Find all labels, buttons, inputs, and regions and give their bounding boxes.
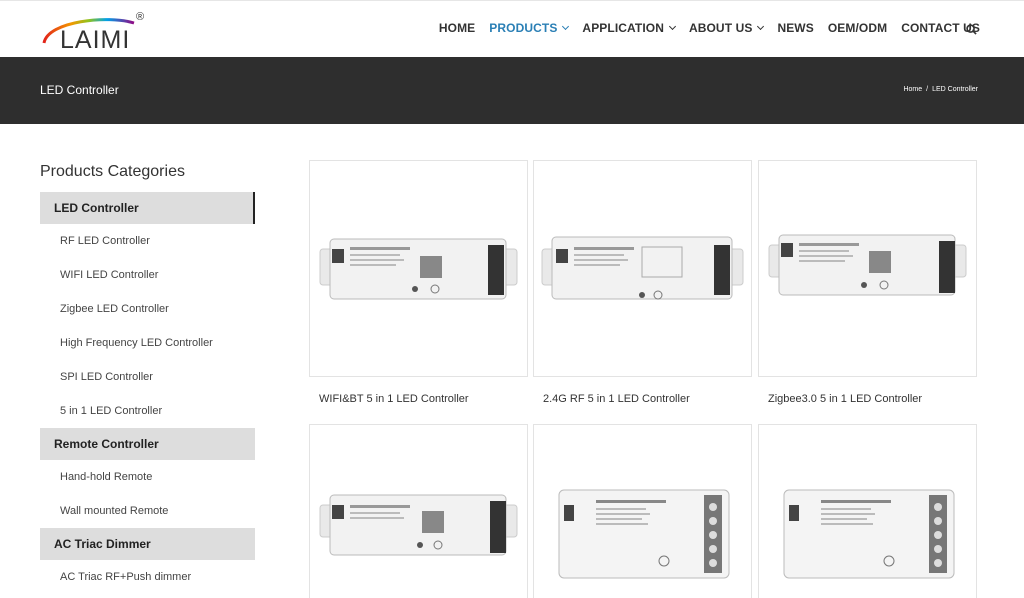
product-card[interactable] [533,160,752,377]
product-image[interactable] [759,161,976,376]
controller-device-image [783,489,955,579]
chevron-down-icon [562,22,570,31]
controller-device-image [768,234,967,296]
subcategory-hand-hold-remote[interactable]: Hand-hold Remote [40,460,255,494]
nav-news[interactable]: NEWS [777,21,813,35]
product-card[interactable] [758,160,977,377]
subcategory-wifi-led-controller[interactable]: WIFI LED Controller [40,258,255,292]
breadcrumb-current: LED Controller [932,86,978,93]
breadcrumb-home[interactable]: Home [903,86,922,93]
nav-oem-odm[interactable]: OEM/ODM [828,21,887,35]
subcategory-spi-led-controller[interactable]: SPI LED Controller [40,360,255,394]
subcategory-zigbee-led-controller[interactable]: Zigbee LED Controller [40,292,255,326]
nav-home[interactable]: HOME [439,21,475,35]
category-list: LED Controller RF LED Controller WIFI LE… [40,192,255,594]
product-name[interactable]: Zigbee3.0 5 in 1 LED Controller [768,393,922,405]
subcategory-5-in-1-led-controller[interactable]: 5 in 1 LED Controller [40,394,255,428]
sidebar-title: Products Categories [40,163,185,180]
controller-device-image [558,489,730,579]
logo[interactable]: LAIMI ® [38,11,150,54]
subcategory-high-frequency-led-controller[interactable]: High Frequency LED Controller [40,326,255,360]
chevron-down-icon [757,22,765,31]
product-card[interactable] [758,424,977,598]
nav-application[interactable]: APPLICATION [582,21,677,35]
product-image[interactable] [534,161,751,376]
page-title: LED Controller [40,83,119,97]
main-nav: HOME PRODUCTS APPLICATION ABOUT US NEWS … [425,21,980,35]
subcategory-ac-triac-rf-push-dimmer[interactable]: AC Triac RF+Push dimmer [40,560,255,594]
controller-device-image [319,238,518,300]
category-led-controller[interactable]: LED Controller [40,192,255,224]
logo-text: LAIMI [60,26,131,54]
registered-mark: ® [136,11,145,23]
controller-device-image [319,494,518,556]
breadcrumb: Home / LED Controller [903,86,978,93]
nav-about-us[interactable]: ABOUT US [689,21,765,35]
product-card[interactable] [533,424,752,598]
product-name[interactable]: 2.4G RF 5 in 1 LED Controller [543,393,690,405]
product-card[interactable] [309,424,528,598]
breadcrumb-separator: / [926,86,929,93]
product-card[interactable] [309,160,528,377]
search-icon[interactable] [966,24,977,35]
product-image[interactable] [759,425,976,598]
product-name[interactable]: WIFI&BT 5 in 1 LED Controller [319,393,469,405]
chevron-down-icon [668,22,677,31]
product-image[interactable] [534,425,751,598]
controller-device-image [541,236,744,300]
subcategory-wall-mounted-remote[interactable]: Wall mounted Remote [40,494,255,528]
nav-products[interactable]: PRODUCTS [489,21,570,35]
subcategory-rf-led-controller[interactable]: RF LED Controller [40,224,255,258]
product-image[interactable] [310,161,527,376]
product-image[interactable] [310,425,527,598]
category-ac-triac-dimmer[interactable]: AC Triac Dimmer [40,528,255,560]
site-header: LAIMI ® HOME PRODUCTS APPLICATION ABOUT … [0,0,1024,57]
category-remote-controller[interactable]: Remote Controller [40,428,255,460]
page-banner: LED Controller Home / LED Controller [0,57,1024,124]
